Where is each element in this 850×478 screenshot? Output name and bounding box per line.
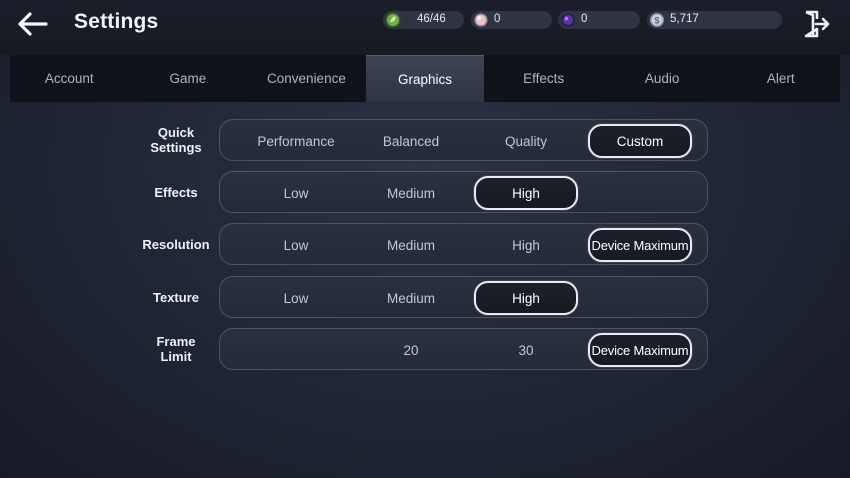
tab-graphics[interactable]: Graphics bbox=[365, 55, 485, 102]
option-20[interactable]: 20 bbox=[359, 333, 463, 367]
option-high[interactable]: High bbox=[474, 281, 578, 315]
setting-label: Effects bbox=[154, 184, 198, 200]
option-low[interactable]: Low bbox=[244, 281, 348, 315]
tab-account[interactable]: Account bbox=[10, 55, 129, 102]
exit-button[interactable] bbox=[803, 10, 831, 38]
purple-orb-icon bbox=[561, 13, 575, 27]
option-balanced[interactable]: Balanced bbox=[359, 124, 463, 158]
option-medium[interactable]: Medium bbox=[359, 281, 463, 315]
option-device-maximum[interactable]: Device Maximum bbox=[588, 333, 692, 367]
option-high[interactable]: High bbox=[474, 228, 578, 262]
silver-coin-icon: $ bbox=[650, 13, 664, 27]
option-quality[interactable]: Quality bbox=[474, 124, 578, 158]
exit-door-icon bbox=[804, 10, 830, 38]
option-group: Low Medium High bbox=[219, 171, 708, 213]
setting-row-quick-settings: Quick Settings Performance Balanced Qual… bbox=[0, 118, 850, 162]
option-group: Low Medium High bbox=[219, 276, 708, 318]
option-high[interactable]: High bbox=[474, 176, 578, 210]
tab-audio[interactable]: Audio bbox=[603, 55, 722, 102]
top-bar: Settings 46/46 0 0 $ 5,717 bbox=[0, 0, 850, 55]
pearl-value: 0 bbox=[494, 13, 501, 25]
settings-tabs: Account Game Convenience Graphics Effect… bbox=[10, 55, 840, 102]
gem-value: 0 bbox=[581, 13, 588, 25]
setting-label: Resolution bbox=[142, 236, 210, 252]
silver-value: 5,717 bbox=[670, 13, 699, 25]
option-group: 20 30 Device Maximum bbox=[219, 328, 708, 370]
setting-row-frame-limit: Frame Limit 20 30 Device Maximum bbox=[0, 327, 850, 371]
currency-pearl: 0 bbox=[471, 11, 552, 29]
setting-label: Quick Settings bbox=[150, 125, 202, 155]
pink-orb-icon bbox=[474, 13, 488, 27]
arrow-left-icon bbox=[18, 12, 48, 36]
tab-game[interactable]: Game bbox=[129, 55, 248, 102]
leaf-badge-icon bbox=[385, 12, 401, 28]
option-group: Low Medium High Device Maximum bbox=[219, 223, 708, 265]
setting-label: Texture bbox=[153, 289, 199, 305]
svg-text:$: $ bbox=[654, 16, 659, 26]
option-medium[interactable]: Medium bbox=[359, 228, 463, 262]
option-performance[interactable]: Performance bbox=[244, 124, 348, 158]
option-custom[interactable]: Custom bbox=[588, 124, 692, 158]
option-device-maximum[interactable]: Device Maximum bbox=[588, 228, 692, 262]
tab-convenience[interactable]: Convenience bbox=[247, 55, 366, 102]
option-30[interactable]: 30 bbox=[474, 333, 578, 367]
currency-gem: 0 bbox=[558, 11, 640, 29]
currency-silver: $ 5,717 bbox=[647, 11, 782, 29]
tab-alert[interactable]: Alert bbox=[721, 55, 840, 102]
tab-effects[interactable]: Effects bbox=[484, 55, 603, 102]
option-low[interactable]: Low bbox=[244, 176, 348, 210]
setting-row-resolution: Resolution Low Medium High Device Maximu… bbox=[0, 222, 850, 266]
currency-stamina: 46/46 bbox=[383, 11, 464, 29]
setting-row-texture: Texture Low Medium High bbox=[0, 275, 850, 319]
stamina-value: 46/46 bbox=[417, 13, 446, 25]
option-low[interactable]: Low bbox=[244, 228, 348, 262]
option-medium[interactable]: Medium bbox=[359, 176, 463, 210]
page-title: Settings bbox=[74, 10, 159, 33]
back-button[interactable] bbox=[14, 9, 50, 39]
setting-label: Frame Limit bbox=[156, 334, 196, 364]
option-group: Performance Balanced Quality Custom bbox=[219, 119, 708, 161]
setting-row-effects: Effects Low Medium High bbox=[0, 170, 850, 214]
